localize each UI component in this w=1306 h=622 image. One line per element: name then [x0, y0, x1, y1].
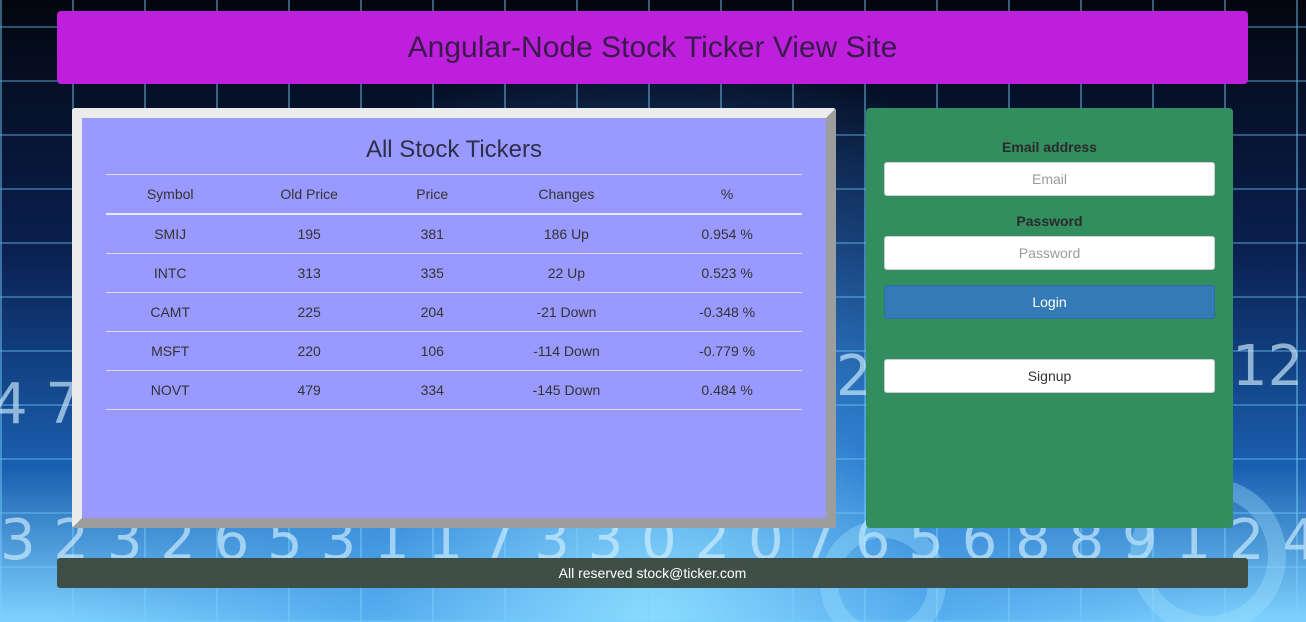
site-header: Angular-Node Stock Ticker View Site — [57, 11, 1248, 84]
panel-title: All Stock Tickers — [365, 136, 543, 163]
table-row: CAMT 225 204 -21 Down -0.348 % — [106, 292, 802, 332]
table-header-row: Symbol Old Price Price Changes % — [106, 174, 802, 215]
cell-price: 106 — [383, 331, 481, 371]
cell-change: 22 Up — [480, 253, 653, 293]
cell-price: 335 — [383, 253, 481, 293]
cell-symbol: MSFT — [106, 331, 235, 371]
table-row: SMIJ 195 381 186 Up 0.954 % — [106, 214, 802, 254]
tickers-table: Symbol Old Price Price Changes % SMIJ 19… — [106, 174, 802, 410]
site-footer: All reserved stock@ticker.com — [57, 558, 1248, 588]
site-title: Angular-Node Stock Ticker View Site — [407, 30, 898, 64]
cell-percent: 0.484 % — [652, 370, 802, 410]
cell-old-price: 220 — [234, 331, 384, 371]
cell-change: -21 Down — [480, 292, 653, 332]
cell-symbol: SMIJ — [106, 214, 235, 254]
table-row: INTC 313 335 22 Up 0.523 % — [106, 253, 802, 293]
column-header-percent: % — [652, 174, 802, 215]
signup-button[interactable]: Signup — [884, 359, 1215, 393]
login-panel: Email address Password Login Signup — [866, 108, 1233, 528]
cell-percent: 0.954 % — [652, 214, 802, 254]
background-digits: 12 — [1232, 334, 1304, 399]
password-label: Password — [1016, 213, 1083, 229]
cell-price: 204 — [383, 292, 481, 332]
cell-percent: -0.348 % — [652, 292, 802, 332]
cell-price: 381 — [383, 214, 481, 254]
column-header-changes: Changes — [480, 174, 653, 215]
cell-old-price: 479 — [234, 370, 384, 410]
stock-tickers-panel: All Stock Tickers Symbol Old Price Price… — [72, 108, 836, 528]
cell-percent: 0.523 % — [652, 253, 802, 293]
cell-symbol: CAMT — [106, 292, 235, 332]
login-button[interactable]: Login — [884, 285, 1215, 319]
cell-change: -114 Down — [480, 331, 653, 371]
cell-price: 334 — [383, 370, 481, 410]
cell-old-price: 195 — [234, 214, 384, 254]
cell-old-price: 225 — [234, 292, 384, 332]
column-header-old-price: Old Price — [234, 174, 384, 215]
email-label: Email address — [1002, 139, 1097, 155]
cell-symbol: INTC — [106, 253, 235, 293]
password-field[interactable] — [884, 236, 1215, 270]
footer-text: All reserved stock@ticker.com — [558, 565, 747, 581]
email-field[interactable] — [884, 162, 1215, 196]
table-row: NOVT 479 334 -145 Down 0.484 % — [106, 370, 802, 410]
column-header-price: Price — [383, 174, 481, 215]
cell-change: -145 Down — [480, 370, 653, 410]
cell-symbol: NOVT — [106, 370, 235, 410]
table-row: MSFT 220 106 -114 Down -0.779 % — [106, 331, 802, 371]
column-header-symbol: Symbol — [106, 174, 235, 215]
cell-percent: -0.779 % — [652, 331, 802, 371]
cell-old-price: 313 — [234, 253, 384, 293]
cell-change: 186 Up — [480, 214, 653, 254]
